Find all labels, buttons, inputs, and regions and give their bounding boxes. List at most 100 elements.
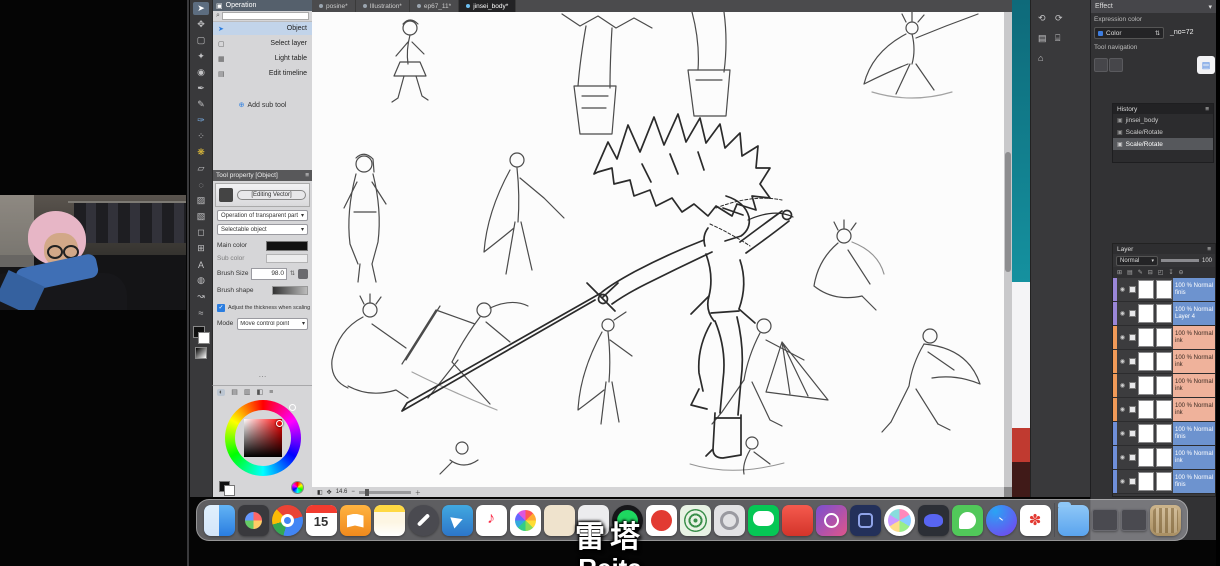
new-folder-icon[interactable]: ▤ <box>1127 269 1133 276</box>
layer-row[interactable]: ◉ 100 % Normal ink <box>1113 446 1215 470</box>
vertical-scrollbar[interactable] <box>1004 12 1012 487</box>
eyedropper-tool-icon[interactable]: ◉ <box>193 66 209 79</box>
balloon-tool-icon[interactable]: ◍ <box>193 274 209 287</box>
layer-mask-thumbnail[interactable] <box>1156 328 1172 347</box>
fit-screen-icon[interactable]: ◧ <box>317 489 323 496</box>
tab-posine[interactable]: posine* <box>312 0 356 12</box>
layer-mask-thumbnail[interactable] <box>1156 424 1172 443</box>
color-wheel-tab-icon[interactable]: ◐ <box>217 389 225 396</box>
panel-menu-icon[interactable]: ≡ <box>1207 246 1211 253</box>
subtool-item-edit-timeline[interactable]: ▤ Edit timeline <box>213 67 312 80</box>
zoom-slider-knob[interactable] <box>365 489 369 496</box>
eye-icon[interactable]: ◉ <box>1117 374 1128 397</box>
panel-menu-icon[interactable]: ≡ <box>305 172 309 179</box>
subtool-item-object[interactable]: ➤ Object <box>213 22 312 35</box>
color-slider-tab-icon[interactable]: ▤ <box>231 388 238 396</box>
layer-checkbox[interactable] <box>1128 302 1137 325</box>
layer-row[interactable]: ◉ 100 % Normal ink <box>1113 398 1215 422</box>
current-tool-box[interactable]: [Editing Vector] <box>215 183 310 207</box>
fill-tool-icon[interactable]: ▨ <box>193 194 209 207</box>
search-input[interactable] <box>222 12 309 20</box>
layer-mask-thumbnail[interactable] <box>1156 472 1172 491</box>
subtool-search-row[interactable]: ⌕ <box>213 11 312 22</box>
transparent-operation-dropdown[interactable]: Operation of transparent part ▾ <box>217 210 308 221</box>
zoom-in-icon[interactable]: ＋ <box>415 488 421 497</box>
subtool-item-select-layer[interactable]: ▢ Select layer <box>213 37 312 50</box>
color-set-tab-icon[interactable]: ▥ <box>244 388 251 396</box>
panel-menu-icon[interactable]: ≡ <box>1205 106 1209 113</box>
layer-row[interactable]: ◉ 100 % Normal finis <box>1113 278 1215 302</box>
mask-icon[interactable]: ◰ <box>1158 269 1164 276</box>
operation-tool-icon[interactable]: ➤ <box>193 2 209 15</box>
hue-cursor[interactable] <box>289 404 296 411</box>
eye-icon[interactable]: ◉ <box>1117 422 1128 445</box>
layer-checkbox[interactable] <box>1128 374 1137 397</box>
layer-thumbnail[interactable] <box>1138 376 1154 395</box>
layer-thumbnail[interactable] <box>1138 328 1154 347</box>
text-tool-icon[interactable]: A <box>193 258 209 271</box>
sv-cursor[interactable] <box>276 420 283 427</box>
history-item-selected[interactable]: ▣ Scale/Rotate <box>1113 138 1213 150</box>
selectable-object-dropdown[interactable]: Selectable object ▾ <box>217 224 308 235</box>
layer-row[interactable]: ◉ 100 % Normal ink <box>1113 326 1215 350</box>
nav-button-2[interactable] <box>1109 58 1123 72</box>
eye-icon[interactable]: ◉ <box>1117 398 1128 421</box>
layer-thumbnail[interactable] <box>1138 304 1154 323</box>
eye-icon[interactable]: ◉ <box>1117 470 1128 493</box>
layer-row[interactable]: ◉ 100 % Normal ink <box>1113 374 1215 398</box>
scale-thickness-row[interactable]: ✓ Adjust the thickness when scaling <box>217 302 310 313</box>
auto-select-tool-icon[interactable]: ✦ <box>193 50 209 63</box>
brush-size-slider-button[interactable] <box>298 269 308 279</box>
layer-label[interactable]: 100 % Normal ink <box>1173 398 1215 421</box>
panel-resize-handle[interactable]: ⋯ <box>213 372 312 381</box>
brush-tool-icon[interactable]: ✑ <box>193 114 209 127</box>
main-sub-color-swatches[interactable] <box>193 326 209 344</box>
layer-label[interactable]: 100 % Normal ink <box>1173 446 1215 469</box>
palette-menu-icon[interactable]: ≡ <box>269 389 273 396</box>
layer-label[interactable]: 100 % Normal ink <box>1173 326 1215 349</box>
sub-color-swatch[interactable] <box>198 332 210 344</box>
pencil-tool-icon[interactable]: ✎ <box>193 98 209 111</box>
effect-panel-header[interactable]: Effect ▾ <box>1091 0 1216 13</box>
subview-panel-chip[interactable]: ▤ <box>1197 56 1215 74</box>
tab-ep67-11[interactable]: ep67_11* <box>410 0 459 12</box>
layer-thumbnail[interactable] <box>1138 472 1154 491</box>
layer-checkbox[interactable] <box>1128 398 1137 421</box>
layer-checkbox[interactable] <box>1128 446 1137 469</box>
layer-row[interactable]: ◉ 100 % Normal finis <box>1113 470 1215 494</box>
transfer-icon[interactable]: ↧ <box>1168 269 1173 276</box>
frame-tool-icon[interactable]: ⊞ <box>193 242 209 255</box>
layer-checkbox[interactable] <box>1128 422 1137 445</box>
history-item[interactable]: ▣ jinsei_body <box>1113 114 1213 126</box>
delete-layer-icon[interactable]: ⊖ <box>1178 269 1183 276</box>
figure-tool-icon[interactable]: ◻ <box>193 226 209 239</box>
eye-icon[interactable]: ◉ <box>1117 446 1128 469</box>
layer-thumbnail[interactable] <box>1138 424 1154 443</box>
panel-list-icon[interactable]: ▤ <box>1038 34 1047 43</box>
layer-mask-thumbnail[interactable] <box>1156 400 1172 419</box>
merge-down-icon[interactable]: ⊟ <box>1148 269 1153 276</box>
blend-tool-icon[interactable]: ◌ <box>193 178 209 191</box>
layer-mask-thumbnail[interactable] <box>1156 280 1172 299</box>
layer-row[interactable]: ◉ 100 % Normal Layer 4 <box>1113 302 1215 326</box>
layer-label[interactable]: 100 % Normal finis <box>1173 470 1215 493</box>
undo-icon[interactable]: ⟲ <box>1038 14 1046 23</box>
scrollbar-thumb[interactable] <box>1005 152 1011 272</box>
decoration-tool-icon[interactable]: ❋ <box>193 146 209 159</box>
layer-panel-header[interactable]: Layer ≡ <box>1113 244 1215 254</box>
pan-icon[interactable]: ✥ <box>327 489 332 496</box>
layer-label[interactable]: 100 % Normal ink <box>1173 350 1215 373</box>
sub-color-value-swatch[interactable] <box>266 254 308 263</box>
layer-thumbnail[interactable] <box>1138 400 1154 419</box>
add-sub-tool-button[interactable]: ⊕ Add sub tool <box>213 98 312 112</box>
airbrush-tool-icon[interactable]: ⁘ <box>193 130 209 143</box>
history-item[interactable]: ▣ Scale/Rotate <box>1113 126 1213 138</box>
line-correction-tool-icon[interactable]: ↝ <box>193 290 209 303</box>
home-panel-icon[interactable]: ⌂ <box>1038 54 1043 63</box>
pen-tool-icon[interactable]: ✒ <box>193 82 209 95</box>
subtool-panel-header[interactable]: ▣ Operation <box>213 0 312 11</box>
tool-property-header[interactable]: Tool property [Object] ≡ <box>213 170 312 181</box>
brush-size-spinner[interactable]: ⇅ <box>290 270 295 277</box>
layer-label[interactable]: 100 % Normal finis <box>1173 278 1215 301</box>
blend-mode-dropdown[interactable]: Normal ▾ <box>1116 256 1158 266</box>
